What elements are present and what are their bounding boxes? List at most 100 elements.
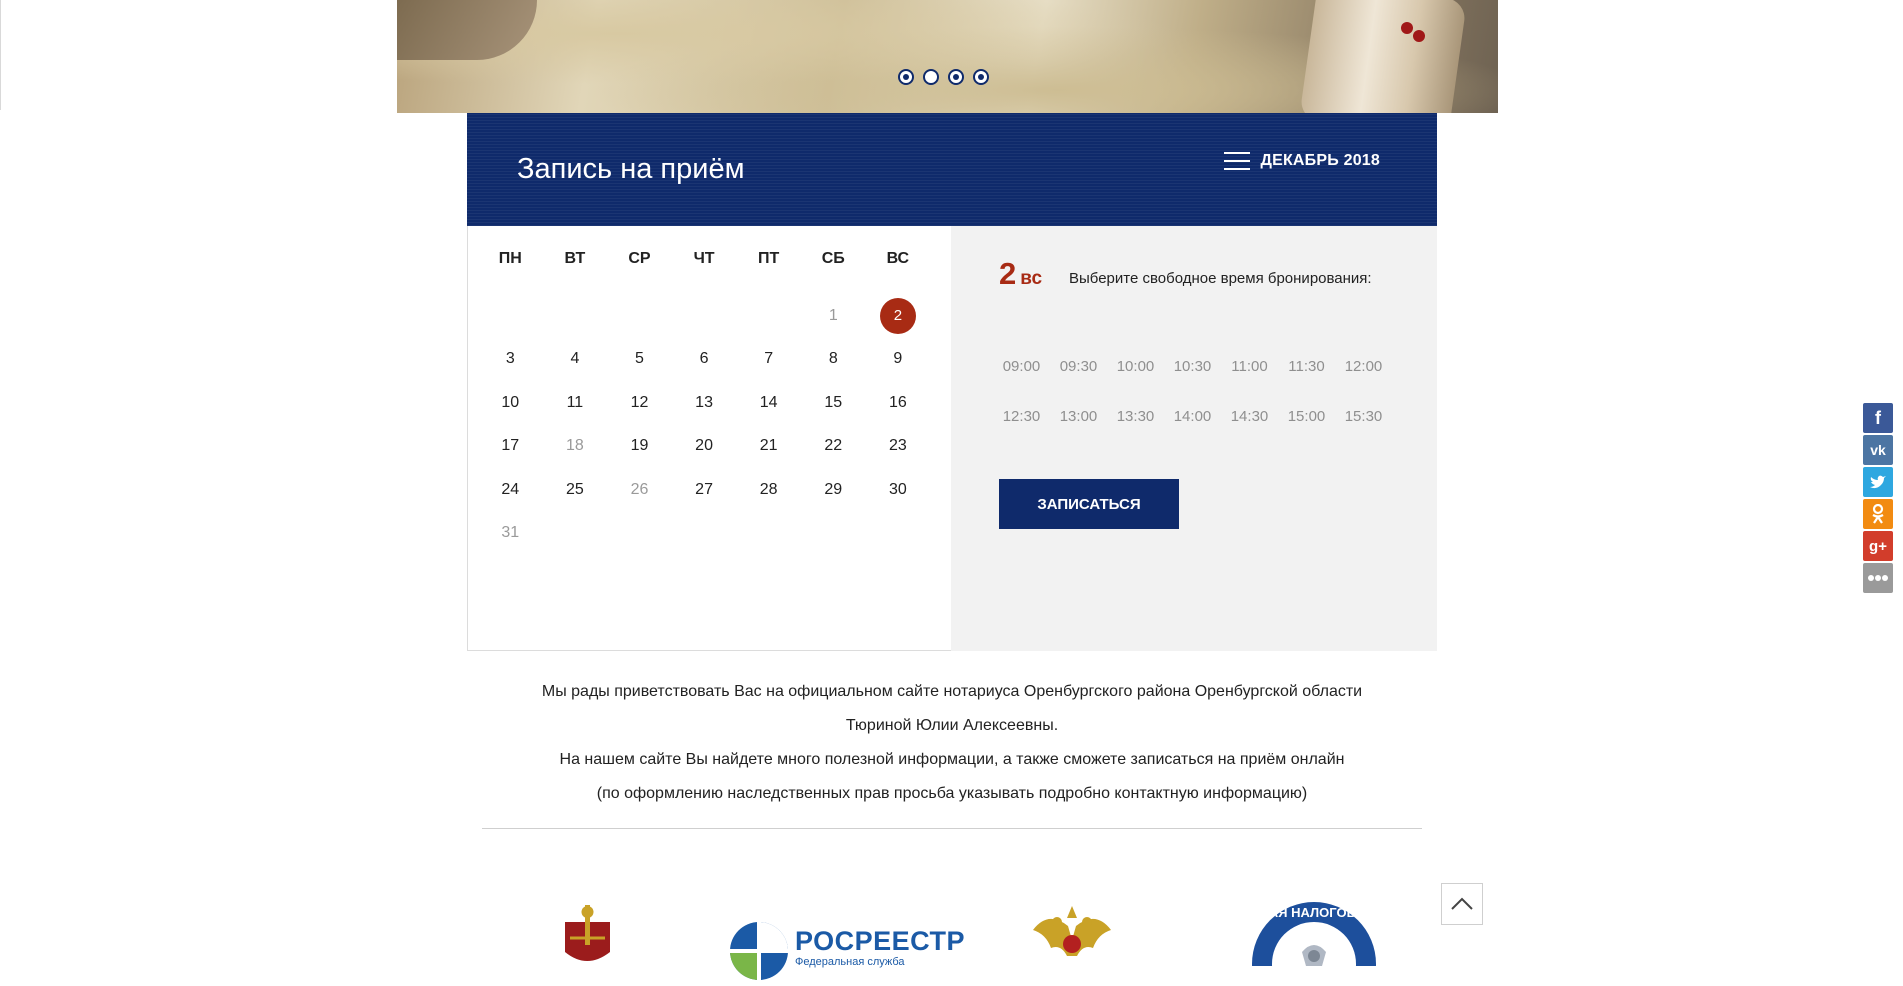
weekday-label: СР (628, 250, 651, 267)
calendar-day[interactable]: 15 (801, 385, 866, 421)
tax-service-logo[interactable]: ЛЬНАЯ НАЛОГОВАЯ С (1241, 900, 1388, 986)
hero-paper-scroll (1298, 0, 1468, 113)
calendar-day[interactable]: 5 (607, 341, 672, 377)
rosreestr-logo[interactable]: РОСРЕЕСТР Федеральная служба (728, 900, 965, 982)
selected-day-weekday: вс (1020, 268, 1043, 289)
welcome-line: Тюриной Юлии Алексеевны. (845, 717, 1059, 734)
calendar-day[interactable]: 8 (801, 341, 866, 377)
calendar-day[interactable]: 27 (672, 472, 737, 508)
calendar: ПН ВТ СР ЧТ ПТ СБ ВС 1 2 3 4 5 6 7 8 9 10 11 12 13 14… (467, 226, 951, 651)
calendar-empty-cell (543, 515, 608, 551)
calendar-day[interactable]: 11 (543, 385, 608, 421)
time-slot[interactable]: 14:30 (1221, 408, 1278, 425)
pick-time-label: Выберите свободное время бронирования: (1069, 270, 1372, 287)
month-label[interactable]: ДЕКАБРЬ 2018 (1260, 152, 1380, 170)
weekday-label: СБ (821, 250, 845, 267)
more-icon[interactable] (1863, 563, 1893, 593)
rosreestr-subtitle: Федеральная служба (795, 956, 905, 968)
calendar-day[interactable]: 4 (543, 341, 608, 377)
time-slot[interactable]: 13:00 (1050, 408, 1107, 425)
facebook-icon[interactable]: f (1863, 403, 1893, 433)
weekday-label: ВТ (564, 250, 586, 267)
slider-dot-2[interactable] (923, 69, 939, 85)
booking-header: Запись на приём ДЕКАБРЬ 2018 (467, 113, 1437, 226)
scroll-to-top-button[interactable] (1441, 883, 1483, 925)
notary-chamber-logo[interactable] (540, 900, 635, 966)
weekday-header: ПН ВТ СР ЧТ ПТ СБ ВС (478, 250, 930, 268)
time-slot[interactable]: 12:30 (993, 408, 1050, 425)
time-slots: 09:00 09:30 10:00 10:30 11:00 11:30 12:00 12:30… (993, 358, 1413, 458)
menu-icon[interactable] (1224, 151, 1251, 171)
calendar-empty-cell (672, 515, 737, 551)
odnoklassniki-icon[interactable] (1863, 499, 1893, 529)
calendar-day[interactable]: 6 (672, 341, 737, 377)
calendar-empty-cell (543, 298, 608, 334)
welcome-line: (по оформлению наследственных прав прось… (596, 785, 1308, 802)
chevron-up-icon (1451, 897, 1473, 910)
google-plus-icon[interactable]: g+ (1863, 531, 1893, 561)
social-share-bar: f vk g+ (1863, 403, 1893, 595)
calendar-day[interactable]: 31 (478, 515, 543, 551)
time-slot[interactable]: 10:30 (1164, 358, 1221, 375)
divider (482, 828, 1422, 829)
double-headed-eagle-logo[interactable] (1013, 900, 1131, 966)
calendar-empty-cell (736, 298, 801, 334)
calendar-day[interactable]: 28 (736, 472, 801, 508)
calendar-day[interactable]: 1 (801, 298, 866, 334)
calendar-day[interactable]: 19 (607, 428, 672, 464)
time-slot[interactable]: 11:00 (1221, 358, 1278, 375)
weekday-label: ПН (498, 250, 522, 267)
time-slot[interactable]: 09:00 (993, 358, 1050, 375)
slider-dot-3[interactable] (948, 69, 964, 85)
time-slot[interactable]: 13:30 (1107, 408, 1164, 425)
calendar-day[interactable]: 29 (801, 472, 866, 508)
selected-date: 2 вс (999, 256, 1042, 292)
calendar-empty-cell (478, 298, 543, 334)
calendar-day[interactable]: 21 (736, 428, 801, 464)
calendar-day[interactable]: 14 (736, 385, 801, 421)
time-slot[interactable]: 14:00 (1164, 408, 1221, 425)
calendar-day[interactable]: 26 (607, 472, 672, 508)
month-selector[interactable]: ДЕКАБРЬ 2018 (1224, 151, 1380, 171)
time-slot[interactable]: 15:30 (1335, 408, 1392, 425)
calendar-week-row: 17 18 19 20 21 22 23 (478, 428, 930, 464)
slider-dots (898, 69, 989, 85)
hero-berry (1401, 22, 1413, 34)
time-slot[interactable]: 11:30 (1278, 358, 1335, 375)
calendar-day[interactable]: 10 (478, 385, 543, 421)
calendar-day[interactable]: 18 (543, 428, 608, 464)
calendar-day[interactable]: 23 (866, 428, 931, 464)
slider-dot-1[interactable] (898, 69, 914, 85)
calendar-day[interactable]: 9 (866, 341, 931, 377)
slider-dot-4[interactable] (973, 69, 989, 85)
time-slot[interactable]: 09:30 (1050, 358, 1107, 375)
calendar-week-row: 31 (478, 515, 930, 551)
calendar-day[interactable]: 24 (478, 472, 543, 508)
rosreestr-title: РОСРЕЕСТР (795, 926, 966, 956)
calendar-day[interactable]: 30 (866, 472, 931, 508)
vk-icon[interactable]: vk (1863, 435, 1893, 465)
calendar-day-selected[interactable]: 2 (866, 298, 931, 334)
hero-berry (1413, 30, 1425, 42)
calendar-day[interactable]: 7 (736, 341, 801, 377)
hero-decoration (397, 0, 537, 60)
calendar-day[interactable]: 13 (672, 385, 737, 421)
calendar-day[interactable]: 20 (672, 428, 737, 464)
calendar-day[interactable]: 17 (478, 428, 543, 464)
calendar-empty-cell (736, 515, 801, 551)
calendar-day[interactable]: 3 (478, 341, 543, 377)
selected-day-number: 2 (999, 256, 1017, 291)
calendar-day[interactable]: 25 (543, 472, 608, 508)
time-slot[interactable]: 10:00 (1107, 358, 1164, 375)
twitter-icon[interactable] (1863, 467, 1893, 497)
calendar-empty-cell (607, 515, 672, 551)
time-slot[interactable]: 12:00 (1335, 358, 1392, 375)
tax-service-logo-text: ЛЬНАЯ НАЛОГОВАЯ С (1252, 905, 1377, 920)
calendar-day[interactable]: 22 (801, 428, 866, 464)
book-button[interactable]: ЗАПИСАТЬСЯ (999, 479, 1179, 529)
time-slot[interactable]: 15:00 (1278, 408, 1335, 425)
welcome-line: На нашем сайте Вы найдете много полезной… (559, 751, 1345, 768)
calendar-day[interactable]: 16 (866, 385, 931, 421)
weekday-label: ЧТ (693, 250, 715, 267)
calendar-day[interactable]: 12 (607, 385, 672, 421)
